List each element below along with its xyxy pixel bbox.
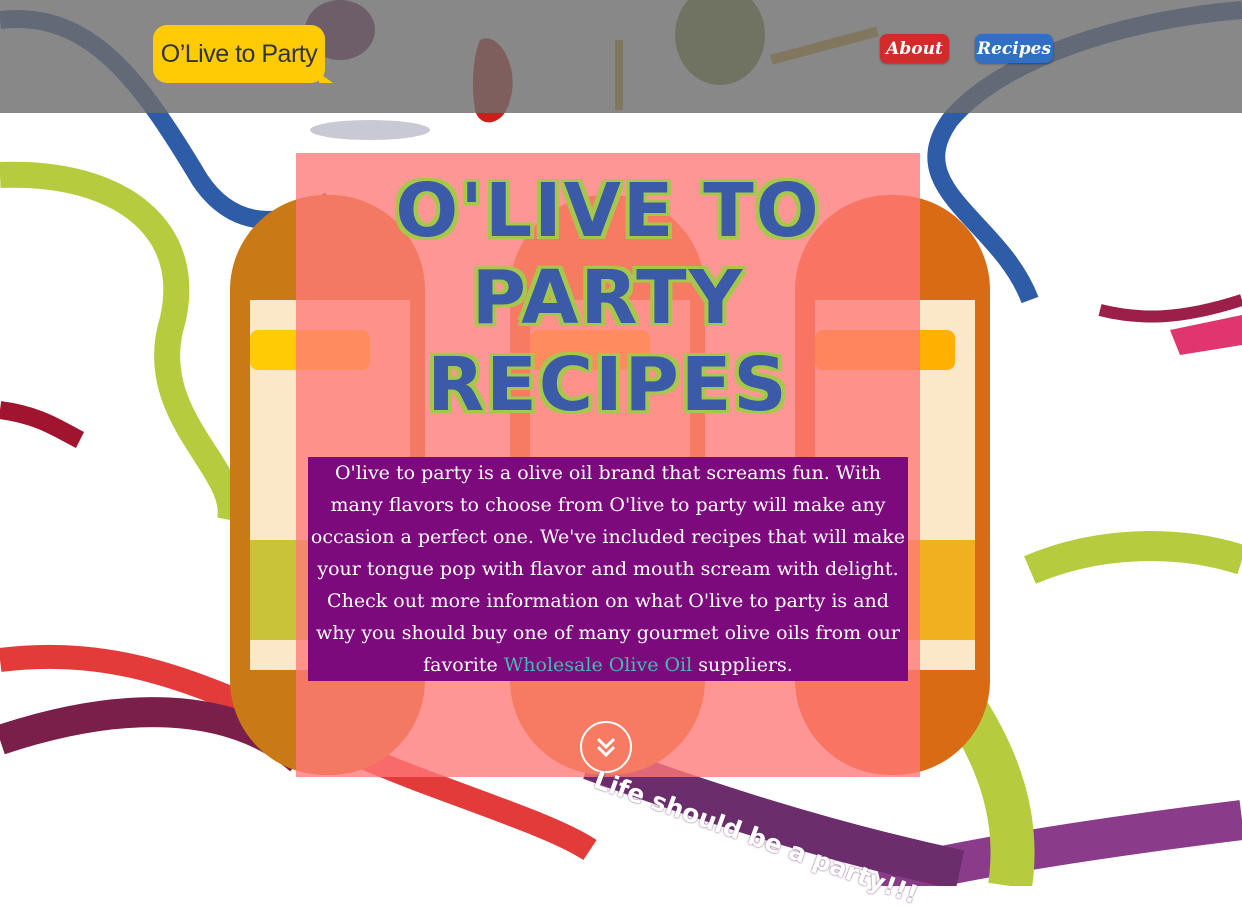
wholesale-olive-oil-link[interactable]: Wholesale Olive Oil [504,654,692,676]
scroll-down-button[interactable] [580,721,632,773]
intro-text: O'live to party is a olive oil brand tha… [310,462,906,676]
nav-recipes-button[interactable]: Recipes [975,34,1053,63]
title-line: RECIPES [427,342,789,428]
site-logo[interactable]: O’Live to Party [153,25,333,83]
logo-text: O’Live to Party [160,39,318,68]
nav-about-button[interactable]: About [880,34,949,63]
intro-text-tail: suppliers. [692,654,793,676]
title-line: PARTY [471,255,745,341]
intro-text-box: O'live to party is a olive oil brand tha… [308,457,908,681]
page-title: O'LIVE TO PARTY RECIPES [296,168,920,429]
title-line: O'LIVE TO [395,168,821,254]
double-chevron-down-icon [596,737,616,758]
nav-recipes-label: Recipes [976,38,1052,59]
nav-about-label: About [886,38,943,59]
